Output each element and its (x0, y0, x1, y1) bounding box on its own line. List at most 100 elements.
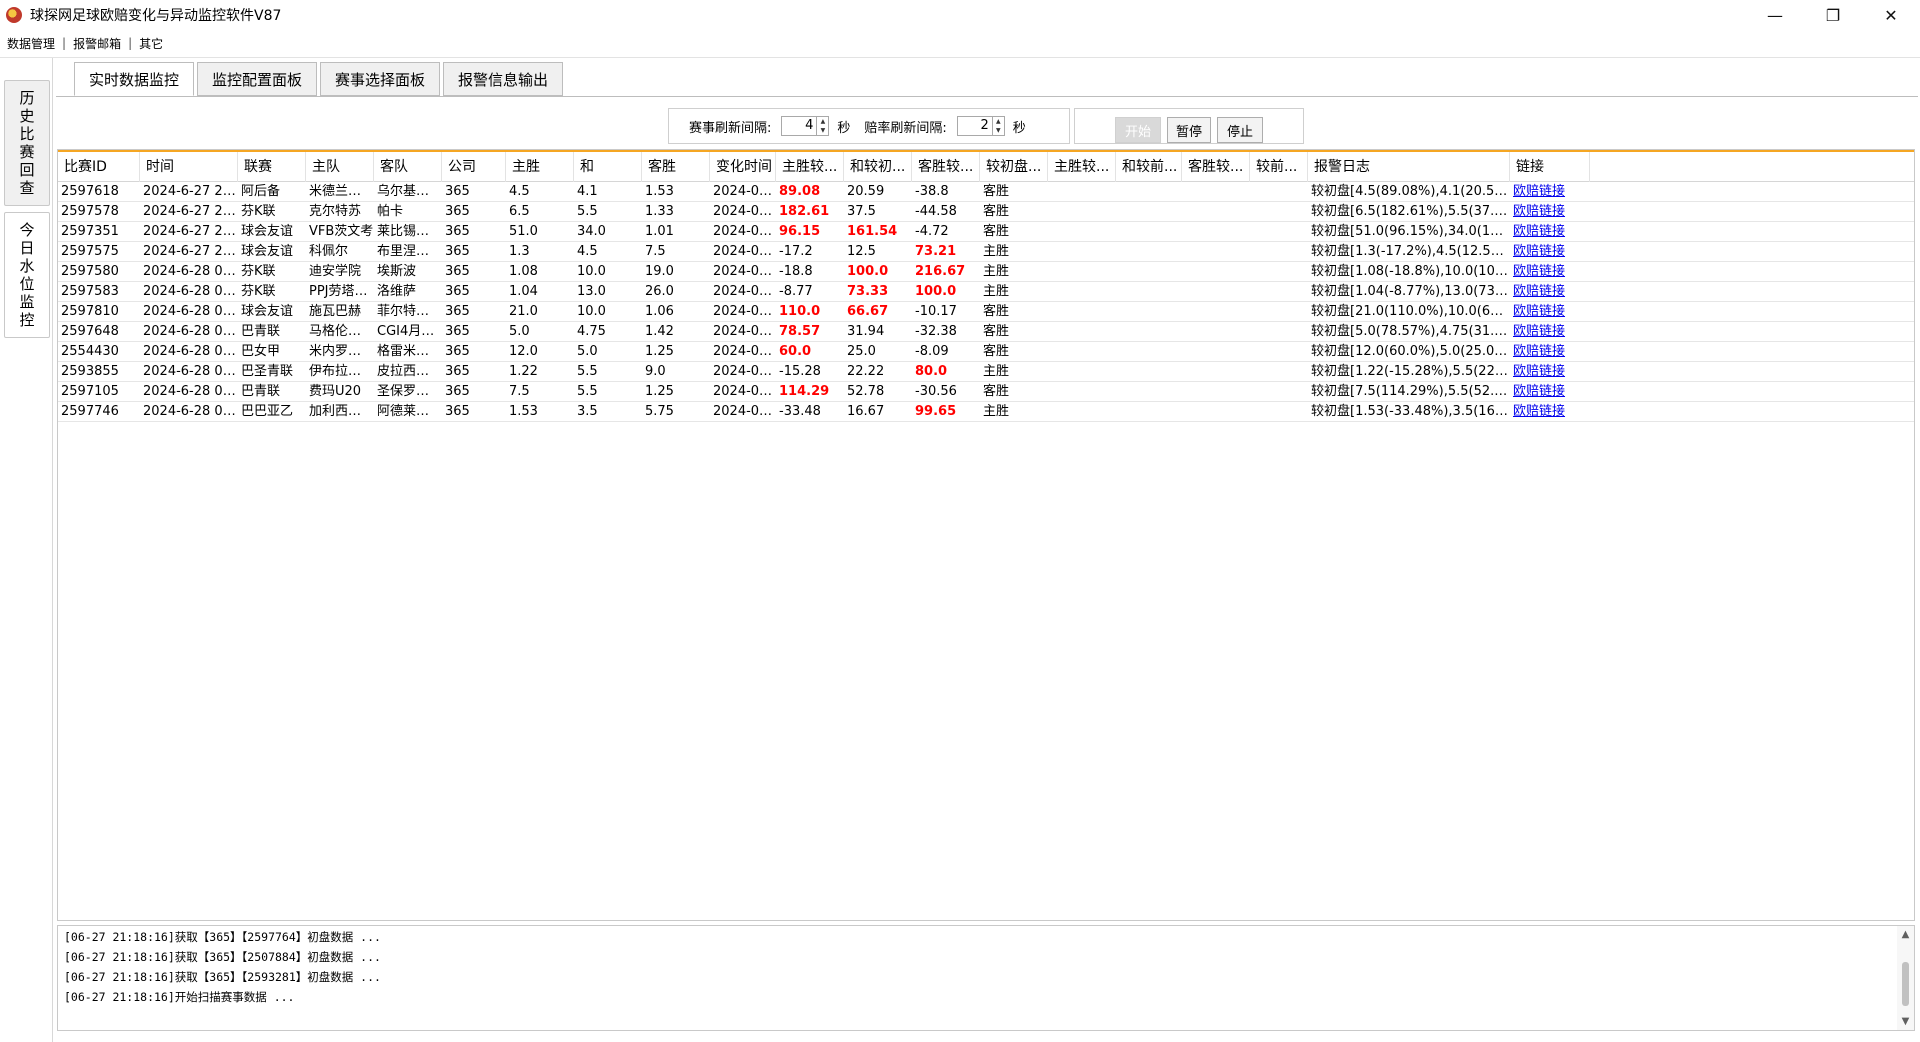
match-refresh-spinner[interactable]: 4 ▲ ▼ (781, 116, 830, 136)
header-col-away-vs-init[interactable]: 客胜较... (912, 152, 980, 182)
odds-refresh-spinner[interactable]: 2 ▲ ▼ (956, 116, 1005, 136)
table-row[interactable]: 2597580 2024-6-28 01:00芬K联 迪安学院埃斯波 365 1.08 1… (58, 262, 1914, 282)
header-col-link[interactable]: 链接 (1510, 152, 1590, 182)
col-home-win: 4.5 (509, 184, 530, 199)
col-away-team: 乌尔基萨大... (377, 184, 442, 199)
odds-link[interactable]: 欧赔链接 (1510, 222, 1590, 241)
scroll-up-icon[interactable]: ▲ (1897, 926, 1914, 943)
table-row[interactable]: 2597648 2024-6-28 01:45巴青联 马格伦斯青...CGI4月7 … (58, 322, 1914, 342)
col-draw: 13.0 (577, 284, 606, 299)
col-company: 365 (445, 304, 470, 319)
header-col-time[interactable]: 时间 (140, 152, 238, 182)
odds-link[interactable]: 欧赔链接 (1510, 322, 1590, 341)
col-league: 球会友谊 (241, 244, 294, 259)
table-row[interactable]: 2597105 2024-6-28 02:00巴青联 费玛U20 圣保罗水晶...36… (58, 382, 1914, 402)
col-home-win: 1.3 (509, 244, 530, 259)
header-col-company[interactable]: 公司 (442, 152, 506, 182)
pause-button[interactable]: 暂停 (1167, 117, 1211, 143)
tab-monitor-config[interactable]: 监控配置面板 (197, 62, 318, 96)
header-col-league[interactable]: 联赛 (238, 152, 306, 182)
match-refresh-value[interactable]: 4 (782, 117, 816, 135)
header-col-alert-log[interactable]: 报警日志 (1308, 152, 1510, 182)
col-home-team: 施瓦巴赫 (309, 304, 362, 319)
header-col-draw[interactable]: 和 (574, 152, 642, 182)
col-away-vs-init: 216.67 (915, 264, 966, 279)
scroll-thumb[interactable] (1902, 962, 1909, 1006)
table-row[interactable]: 2597583 2024-6-28 01:00芬K联 PPJ劳塔萨里洛维萨 365 1.… (58, 282, 1914, 302)
header-col-vs-prev-result[interactable]: 较前... (1250, 152, 1308, 182)
odds-link[interactable]: 欧赔链接 (1510, 202, 1590, 221)
odds-link[interactable]: 欧赔链接 (1510, 362, 1590, 381)
col-company: 365 (445, 244, 470, 259)
menu-data-management[interactable]: 数据管理 (0, 35, 62, 52)
spin-up-icon[interactable]: ▲ (817, 117, 828, 126)
odds-link[interactable]: 欧赔链接 (1510, 402, 1590, 421)
spin-down-icon[interactable]: ▼ (817, 126, 828, 135)
header-col-home-vs-prev[interactable]: 主胜较... (1048, 152, 1116, 182)
odds-link[interactable]: 欧赔链接 (1510, 262, 1590, 281)
col-draw: 5.5 (577, 364, 598, 379)
odds-link[interactable]: 欧赔链接 (1510, 182, 1590, 201)
col-change-time: 2024-06-2... (713, 384, 776, 399)
odds-refresh-value[interactable]: 2 (958, 117, 992, 135)
table-row[interactable]: 2597618 2024-6-27 23:00阿后备 米德兰后备队乌尔基萨大...3… (58, 182, 1914, 202)
header-col-away-vs-prev[interactable]: 客胜较... (1182, 152, 1250, 182)
col-change-time: 2024-06-2... (713, 404, 776, 419)
col-league: 芬K联 (241, 284, 276, 299)
col-time: 2024-6-28 02:00 (143, 344, 238, 359)
col-vs-init-result: 客胜 (983, 184, 1010, 199)
menu-alert-email[interactable]: 报警邮箱 (66, 35, 128, 52)
col-home-vs-prev (1048, 302, 1116, 321)
col-home-win: 6.5 (509, 204, 530, 219)
table-row[interactable]: 2597575 2024-6-27 23:59球会友谊科佩尔 布里涅格罗...365… (58, 242, 1914, 262)
table-row[interactable]: 2593855 2024-6-28 02:00巴圣青联伊布拉奇青...皮拉西卡巴.… (58, 362, 1914, 382)
table-row[interactable]: 2597578 2024-6-27 23:30芬K联 克尔特苏帕卡 365 6.5 5.5… (58, 202, 1914, 222)
side-tab-history[interactable]: 历史比赛回查 (4, 80, 50, 206)
table-row[interactable]: 2597351 2024-6-27 23:59球会友谊 VFB茨文考莱比锡火车头36… (58, 222, 1914, 242)
side-tab-today-monitor[interactable]: 今日水位监控 (4, 212, 50, 338)
header-col-home-win[interactable]: 主胜 (506, 152, 574, 182)
col-draw-vs-prev (1116, 402, 1182, 421)
log-scrollbar[interactable]: ▲ ▼ (1897, 926, 1914, 1030)
col-home-win: 1.22 (509, 364, 538, 379)
header-col-draw-vs-prev[interactable]: 和较前... (1116, 152, 1182, 182)
col-company: 365 (445, 364, 470, 379)
col-alert-log: 较初盘[1.3(-17.2%),4.5(12.5%),7.5(73.... (1311, 244, 1510, 259)
col-home-vs-prev (1048, 222, 1116, 241)
col-vs-prev-result (1250, 182, 1308, 201)
col-home-vs-init: 114.29 (779, 384, 830, 399)
tab-match-select[interactable]: 赛事选择面板 (320, 62, 441, 96)
header-col-away-win[interactable]: 客胜 (642, 152, 710, 182)
odds-link[interactable]: 欧赔链接 (1510, 302, 1590, 321)
odds-link[interactable]: 欧赔链接 (1510, 282, 1590, 301)
header-col-away-team[interactable]: 客队 (374, 152, 442, 182)
odds-link[interactable]: 欧赔链接 (1510, 382, 1590, 401)
tab-alert-output[interactable]: 报警信息输出 (443, 62, 564, 96)
minimize-icon[interactable]: — (1746, 0, 1804, 30)
menu-other[interactable]: 其它 (132, 35, 170, 52)
close-icon[interactable]: ✕ (1862, 0, 1920, 30)
header-col-match-id[interactable]: 比赛ID (58, 152, 140, 182)
log-panel: [06-27 21:18:16]获取【365】【2597764】初盘数据 ...… (57, 925, 1915, 1031)
spin-up-icon[interactable]: ▲ (993, 117, 1004, 126)
stop-button[interactable]: 停止 (1217, 117, 1263, 143)
restore-icon[interactable]: ❐ (1804, 0, 1862, 30)
col-home-win: 21.0 (509, 304, 538, 319)
tab-realtime-monitor[interactable]: 实时数据监控 (74, 62, 195, 96)
header-col-home-vs-init[interactable]: 主胜较... (776, 152, 844, 182)
header-col-draw-vs-init[interactable]: 和较初... (844, 152, 912, 182)
header-col-vs-init-result[interactable]: 较初盘... (980, 152, 1048, 182)
table-row[interactable]: 2597810 2024-6-28 01:00球会友谊施瓦巴赫菲尔特青年队365 2… (58, 302, 1914, 322)
col-change-time: 2024-06-2... (713, 344, 776, 359)
scroll-down-icon[interactable]: ▼ (1897, 1013, 1914, 1030)
col-time: 2024-6-27 23:59 (143, 224, 238, 239)
table-row[interactable]: 2597746 2024-6-28 02:00巴巴亚乙加利西亚EC阿德莱奥尼科36… (58, 402, 1914, 422)
col-draw-vs-init: 66.67 (847, 304, 889, 319)
header-col-home-team[interactable]: 主队 (306, 152, 374, 182)
start-button[interactable]: 开始 (1115, 117, 1161, 143)
header-col-change-time[interactable]: 变化时间 (710, 152, 776, 182)
odds-link[interactable]: 欧赔链接 (1510, 342, 1590, 361)
spin-down-icon[interactable]: ▼ (993, 126, 1004, 135)
odds-link[interactable]: 欧赔链接 (1510, 242, 1590, 261)
table-row[interactable]: 2554430 2024-6-28 02:00巴女甲 米内罗竞技...格雷米奥女足3… (58, 342, 1914, 362)
